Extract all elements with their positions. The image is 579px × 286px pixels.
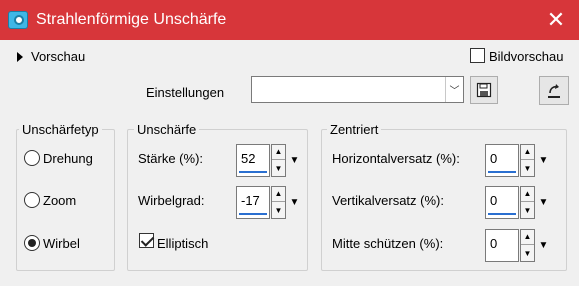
radio-drehung-label: Drehung — [43, 151, 93, 166]
staerke-spinner[interactable]: 52 ▲ ▼ ▼ — [236, 144, 302, 177]
reset-button[interactable] — [539, 76, 569, 105]
radio-drehung[interactable] — [24, 150, 40, 166]
protect-center-down-arrow-icon[interactable]: ▼ — [521, 246, 534, 261]
v-offset-down-arrow-icon[interactable]: ▼ — [521, 203, 534, 218]
chevron-down-icon[interactable]: ﹀ — [445, 77, 463, 102]
protect-center-label: Mitte schützen (%): — [332, 236, 444, 251]
h-offset-down-arrow-icon[interactable]: ▼ — [521, 161, 534, 176]
radio-wirbel-label: Wirbel — [43, 236, 80, 251]
staerke-label: Stärke (%): — [138, 151, 204, 166]
h-offset-up-arrow-icon[interactable]: ▲ — [521, 145, 534, 160]
protect-center-up-arrow-icon[interactable]: ▲ — [521, 230, 534, 245]
wirbelgrad-up-arrow-icon[interactable]: ▲ — [272, 187, 285, 202]
h-offset-label: Horizontalversatz (%): — [332, 151, 460, 166]
v-offset-input[interactable]: 0 — [485, 186, 519, 219]
blur-group-title: Unschärfe — [134, 122, 200, 138]
center-group-title: Zentriert — [327, 122, 382, 138]
wirbelgrad-input[interactable]: -17 — [236, 186, 270, 219]
bildvorschau-label: Bildvorschau — [489, 49, 564, 64]
v-offset-dropdown-icon[interactable]: ▼ — [536, 186, 551, 219]
protect-center-spinner[interactable]: 0 ▲ ▼ ▼ — [485, 229, 551, 262]
h-offset-input[interactable]: 0 — [485, 144, 519, 177]
expand-triangle-icon[interactable] — [17, 52, 23, 62]
settings-label: Einstellungen — [146, 85, 225, 100]
bildvorschau-checkbox[interactable] — [470, 48, 485, 63]
save-icon — [476, 82, 492, 98]
settings-dropdown[interactable]: ﹀ — [251, 76, 464, 103]
elliptisch-checkbox[interactable] — [139, 233, 154, 248]
protect-center-input[interactable]: 0 — [485, 229, 519, 262]
camera-icon — [8, 11, 28, 29]
wirbelgrad-dropdown-icon[interactable]: ▼ — [287, 186, 302, 219]
h-offset-dropdown-icon[interactable]: ▼ — [536, 144, 551, 177]
radio-zoom[interactable] — [24, 192, 40, 208]
preview-label[interactable]: Vorschau — [31, 49, 85, 64]
wirbelgrad-down-arrow-icon[interactable]: ▼ — [272, 203, 285, 218]
blur-type-title: Unschärfetyp — [19, 122, 102, 138]
window-title: Strahlenförmige Unschärfe — [36, 11, 227, 28]
wirbelgrad-label: Wirbelgrad: — [138, 193, 205, 208]
h-offset-spinner[interactable]: 0 ▲ ▼ ▼ — [485, 144, 551, 177]
close-button[interactable]: ✕ — [533, 0, 579, 40]
radio-zoom-label: Zoom — [43, 193, 77, 208]
v-offset-label: Vertikalversatz (%): — [332, 193, 444, 208]
save-button[interactable] — [470, 76, 498, 104]
close-icon: ✕ — [546, 7, 566, 32]
staerke-dropdown-icon[interactable]: ▼ — [287, 144, 302, 177]
staerke-input[interactable]: 52 — [236, 144, 270, 177]
v-offset-spinner[interactable]: 0 ▲ ▼ ▼ — [485, 186, 551, 219]
radio-wirbel[interactable] — [24, 235, 40, 251]
wirbelgrad-spinner[interactable]: -17 ▲ ▼ ▼ — [236, 186, 302, 219]
title-bar: Strahlenförmige Unschärfe ✕ — [0, 0, 579, 40]
protect-center-dropdown-icon[interactable]: ▼ — [536, 229, 551, 262]
elliptisch-label: Elliptisch — [157, 236, 209, 251]
staerke-up-arrow-icon[interactable]: ▲ — [272, 145, 285, 160]
reset-icon — [548, 83, 560, 98]
v-offset-up-arrow-icon[interactable]: ▲ — [521, 187, 534, 202]
staerke-down-arrow-icon[interactable]: ▼ — [272, 161, 285, 176]
